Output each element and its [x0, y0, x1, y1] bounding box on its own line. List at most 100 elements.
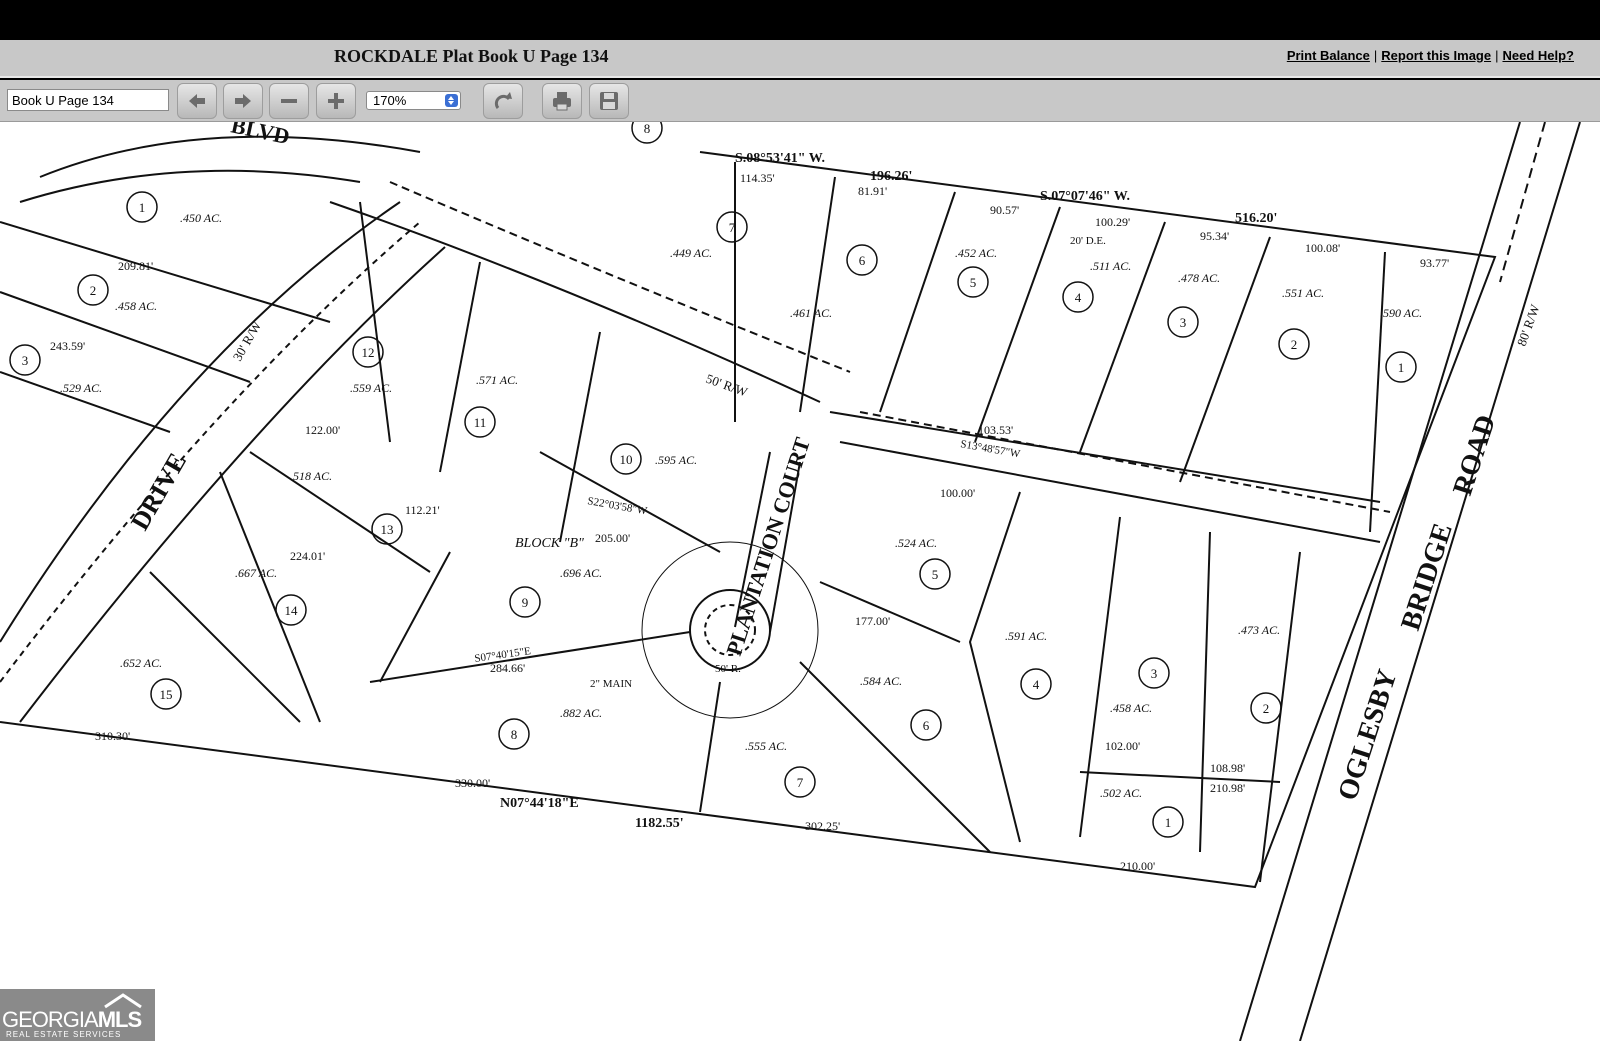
logo-tagline: REAL ESTATE SERVICES [6, 1030, 122, 1039]
svg-text:2: 2 [1291, 337, 1298, 352]
plat-dimension: 108.98' [1210, 761, 1245, 775]
svg-text:11: 11 [474, 415, 487, 430]
plat-dimension: 114.35' [740, 171, 775, 185]
svg-text:2: 2 [90, 283, 97, 298]
print-button[interactable] [542, 83, 582, 119]
plat-block-label: BLOCK "B" [515, 536, 584, 551]
plat-area-label: .524 AC. [895, 536, 937, 550]
plat-area-label: .584 AC. [860, 674, 902, 688]
plat-area-label: .590 AC. [1380, 306, 1422, 320]
plat-area-label: .473 AC. [1238, 623, 1280, 637]
plat-distance-label: 1182.55' [635, 816, 684, 831]
plat-road-label: BLVD [229, 122, 292, 149]
svg-text:4: 4 [1033, 677, 1040, 692]
plat-area-label: .511 AC. [1090, 259, 1131, 273]
print-balance-link[interactable]: Print Balance [1287, 48, 1370, 63]
plat-distance-label: 516.20' [1235, 211, 1277, 226]
top-black-bar [0, 0, 1600, 40]
svg-text:4: 4 [1075, 290, 1082, 305]
plat-bearing-label: N07°44'18"E [500, 796, 579, 811]
rotate-button[interactable] [483, 83, 523, 119]
zoom-select[interactable]: 170% [366, 91, 461, 110]
plat-area-label: .555 AC. [745, 739, 787, 753]
need-help-link[interactable]: Need Help? [1502, 48, 1574, 63]
svg-text:5: 5 [932, 567, 939, 582]
plat-note: 20' D.E. [1070, 235, 1106, 247]
svg-text:3: 3 [1151, 666, 1158, 681]
svg-text:2: 2 [1263, 701, 1270, 716]
arrow-right-icon [235, 94, 251, 108]
plat-area-label: .559 AC. [350, 381, 392, 395]
zoom-out-button[interactable] [269, 83, 309, 119]
plat-dimension: 93.77' [1420, 256, 1449, 270]
plat-area-label: .458 AC. [1110, 701, 1152, 715]
plat-area-label: .461 AC. [790, 306, 832, 320]
svg-text:8: 8 [644, 122, 651, 136]
plat-dimension: 100.08' [1305, 241, 1340, 255]
plat-road-label: ROAD [1447, 411, 1502, 499]
svg-text:10: 10 [620, 452, 633, 467]
document-title: ROCKDALE Plat Book U Page 134 [334, 46, 609, 66]
svg-text:3: 3 [1180, 315, 1187, 330]
plat-area-label: .882 AC. [560, 706, 602, 720]
plat-distance-label: 196.26' [870, 169, 912, 184]
plat-bearing-label: S.07°07'46" W. [1040, 189, 1130, 204]
plat-note: 2" MAIN [590, 678, 632, 690]
svg-text:8: 8 [511, 727, 518, 742]
printer-icon [553, 92, 571, 111]
svg-text:15: 15 [160, 687, 173, 702]
report-image-link[interactable]: Report this Image [1381, 48, 1491, 63]
svg-text:1: 1 [139, 200, 146, 215]
plat-area-label: .449 AC. [670, 246, 712, 260]
plat-dimension: 103.53' [978, 423, 1013, 437]
svg-text:9: 9 [522, 595, 529, 610]
svg-text:7: 7 [797, 775, 804, 790]
plat-dimension: 112.21' [405, 503, 440, 517]
plat-dimension: 102.00' [1105, 739, 1140, 753]
next-page-button[interactable] [223, 83, 263, 119]
svg-text:1: 1 [1398, 360, 1405, 375]
zoom-in-button[interactable] [316, 83, 356, 119]
plat-area-label: .529 AC. [60, 381, 102, 395]
plat-dimension: 81.91' [858, 184, 887, 198]
plat-road-label: BRIDGE [1395, 520, 1459, 635]
minus-icon [281, 99, 297, 103]
plat-area-label: .571 AC. [476, 373, 518, 387]
plat-dimension: 330.00' [455, 776, 490, 790]
svg-text:5: 5 [970, 275, 977, 290]
save-button[interactable] [589, 83, 629, 119]
plat-area-label: .591 AC. [1005, 629, 1047, 643]
svg-text:14: 14 [285, 603, 299, 618]
svg-text:13: 13 [381, 522, 394, 537]
svg-text:1: 1 [1165, 815, 1172, 830]
plat-dimension: 209.81' [118, 259, 153, 273]
plat-dimension: 122.00' [305, 423, 340, 437]
plat-image-viewer[interactable]: 765 432 1 12 11 10 13 14 9 15 8 567 432 112 38… [0, 122, 1600, 1041]
prev-page-button[interactable] [177, 83, 217, 119]
select-arrows-icon [445, 94, 458, 107]
svg-text:3: 3 [22, 353, 29, 368]
plat-area-label: .652 AC. [120, 656, 162, 670]
georgia-mls-logo: GEORGIAMLS REAL ESTATE SERVICES [0, 989, 155, 1041]
plat-dimension: 210.00' [1120, 859, 1155, 873]
plat-note: 50' R. [715, 663, 741, 675]
link-separator: | [1495, 48, 1499, 63]
plat-note: S22°03'58"W [586, 495, 648, 517]
plat-road-label: PLANTATION COURT [721, 434, 815, 658]
plat-area-label: .551 AC. [1282, 286, 1324, 300]
header-links: Print Balance | Report this Image | Need Hel… [1287, 48, 1574, 63]
plat-dimension: 95.34' [1200, 229, 1229, 243]
viewer-toolbar: 170% [0, 80, 1600, 122]
plat-dimension: 243.59' [50, 339, 85, 353]
plat-dimension: 284.66' [490, 661, 525, 675]
rotate-icon [494, 92, 512, 109]
svg-text:6: 6 [859, 253, 866, 268]
plat-row-label: 50' R/W [704, 371, 750, 400]
plat-area-label: .696 AC. [560, 566, 602, 580]
page-input[interactable] [7, 89, 169, 111]
plat-dimension: 205.00' [595, 531, 630, 545]
plat-bearing-label: S.08°53'41" W. [735, 151, 825, 166]
title-bar: ROCKDALE Plat Book U Page 134 Print Bala… [0, 40, 1600, 78]
logo-text-left: GEORGIA [2, 1007, 99, 1032]
zoom-value: 170% [373, 93, 407, 108]
